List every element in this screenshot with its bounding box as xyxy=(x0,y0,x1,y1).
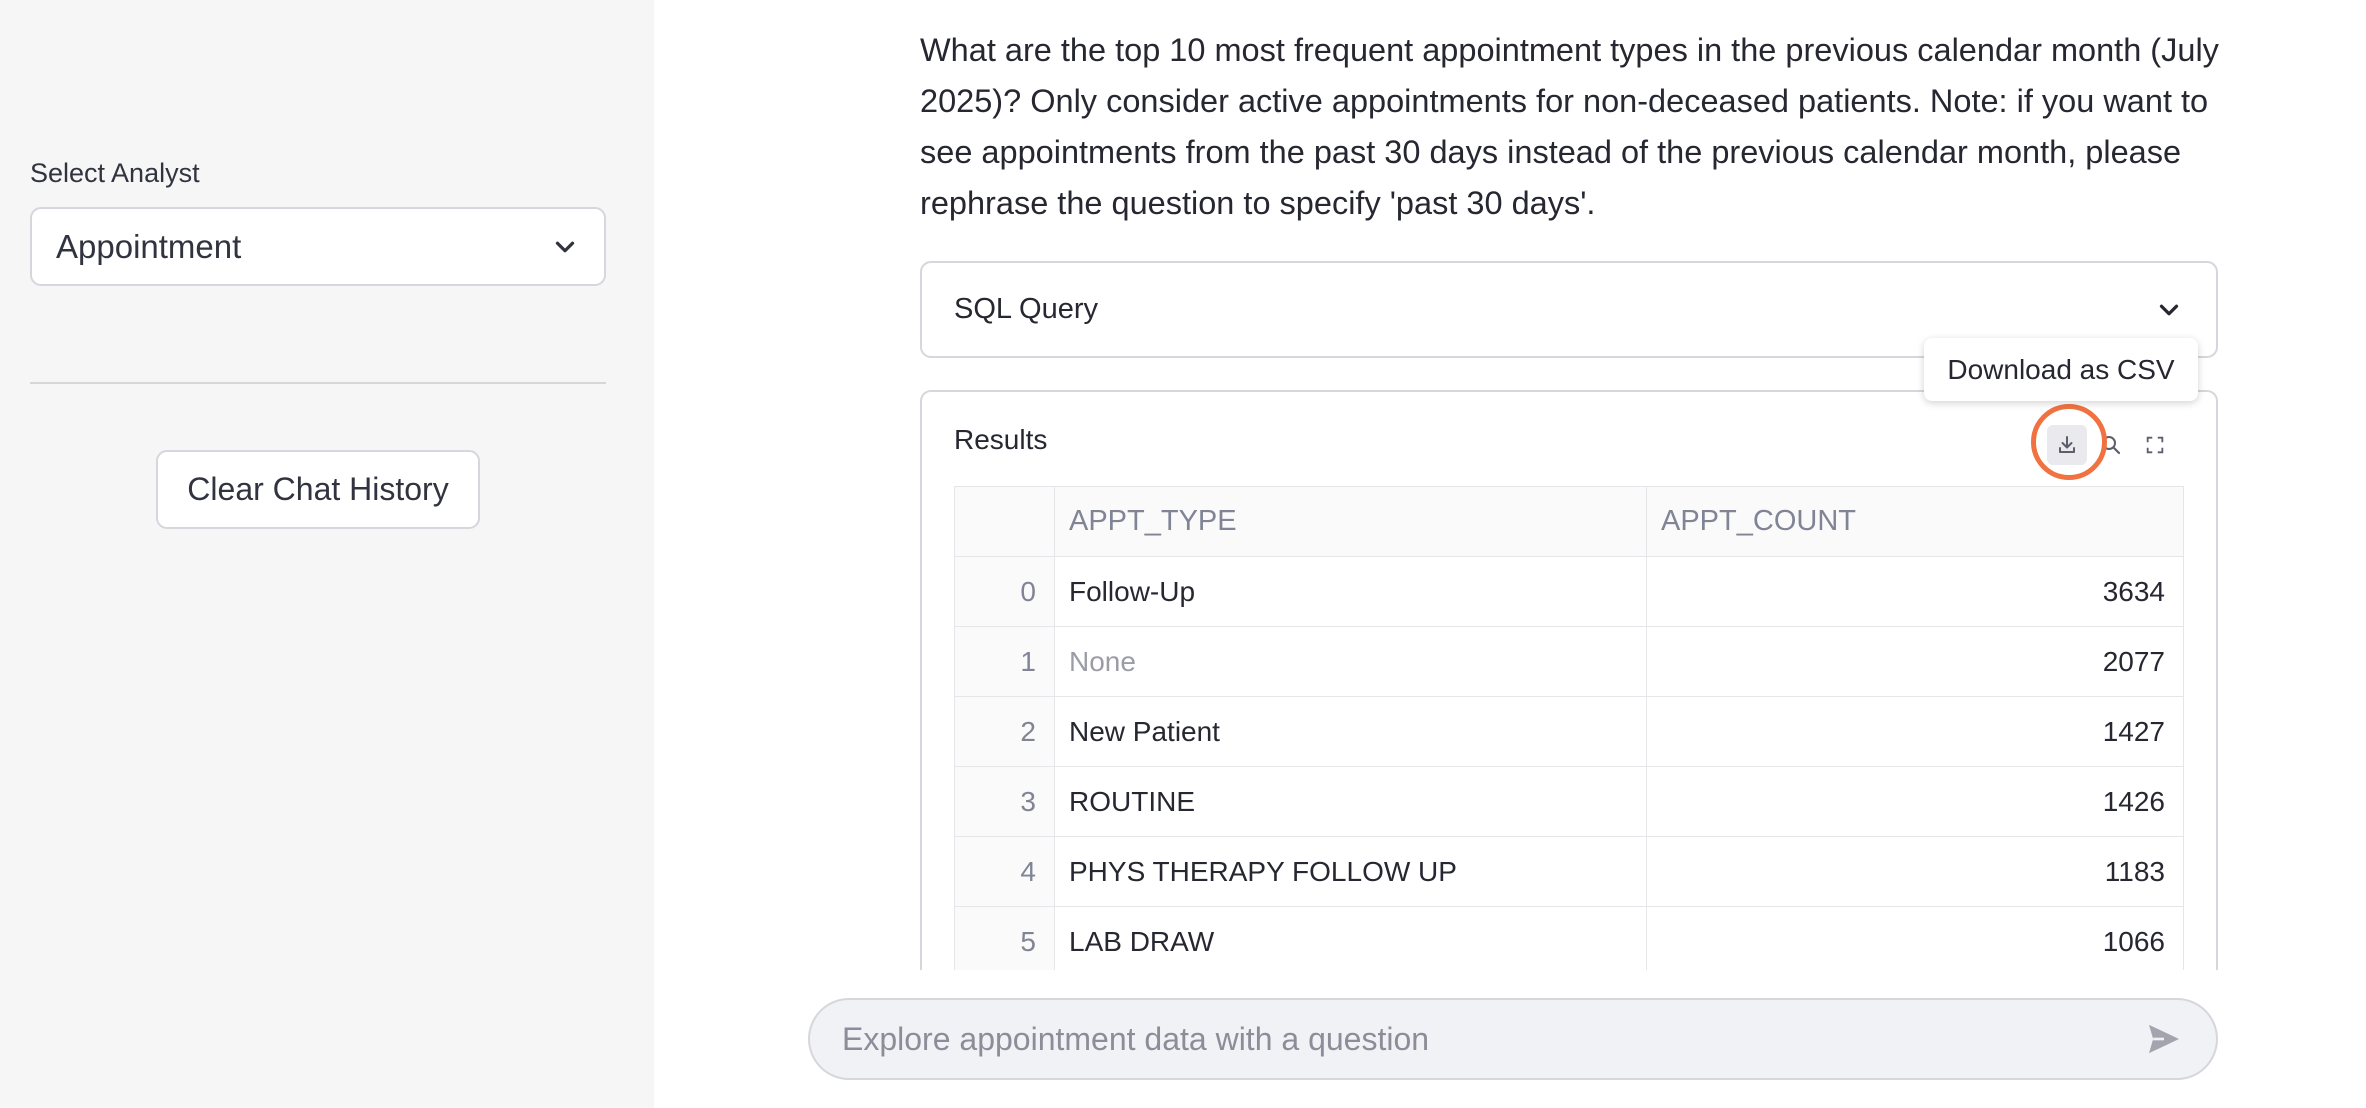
appt-count-cell[interactable]: 1426 xyxy=(1646,766,2184,837)
chat-input-bar xyxy=(808,998,2218,1080)
download-icon xyxy=(2059,436,2075,453)
sql-query-label: SQL Query xyxy=(954,293,1098,325)
select-analyst-label: Select Analyst xyxy=(30,158,200,188)
appt-count-cell[interactable]: 2077 xyxy=(1646,626,2184,697)
appt-type-cell[interactable]: None xyxy=(1054,626,1647,697)
row-index: 5 xyxy=(954,906,1055,970)
results-table: APPT_TYPE APPT_COUNT 0 Follow-Up 3634 1 … xyxy=(954,486,2184,970)
column-header-appt-type[interactable]: APPT_TYPE xyxy=(1054,486,1647,557)
row-index: 3 xyxy=(954,766,1055,837)
send-icon xyxy=(2149,1024,2179,1054)
download-csv-button[interactable] xyxy=(2047,425,2087,465)
send-button[interactable] xyxy=(2142,1017,2186,1061)
fullscreen-button[interactable] xyxy=(2135,425,2175,465)
appt-type-cell[interactable]: LAB DRAW xyxy=(1054,906,1647,970)
row-index: 1 xyxy=(954,626,1055,697)
table-row: 1 None 2077 xyxy=(954,626,2184,697)
index-header xyxy=(954,486,1055,557)
table-row: 0 Follow-Up 3634 xyxy=(954,556,2184,627)
appt-type-cell[interactable]: ROUTINE xyxy=(1054,766,1647,837)
results-label: Results xyxy=(954,424,1048,455)
table-row: 5 LAB DRAW 1066 xyxy=(954,906,2184,970)
download-csv-tooltip: Download as CSV xyxy=(1924,338,2198,401)
chevron-down-icon xyxy=(2159,304,2179,315)
table-header-row: APPT_TYPE APPT_COUNT xyxy=(954,486,2184,557)
chevron-down-icon xyxy=(555,241,575,252)
row-index: 0 xyxy=(954,556,1055,627)
table-row: 2 New Patient 1427 xyxy=(954,696,2184,767)
appt-count-cell[interactable]: 1066 xyxy=(1646,906,2184,970)
table-row: 4 PHYS THERAPY FOLLOW UP 1183 xyxy=(954,836,2184,907)
appt-type-cell[interactable]: Follow-Up xyxy=(1054,556,1647,627)
column-header-appt-count[interactable]: APPT_COUNT xyxy=(1646,486,2184,557)
search-button[interactable] xyxy=(2091,425,2131,465)
analyst-select-value: Appointment xyxy=(56,227,242,265)
analyst-select[interactable]: Appointment xyxy=(30,207,606,286)
appt-count-cell[interactable]: 1427 xyxy=(1646,696,2184,767)
sidebar: Select Analyst Appointment Clear Chat Hi… xyxy=(0,0,654,1108)
appt-count-cell[interactable]: 1183 xyxy=(1646,836,2184,907)
fullscreen-icon xyxy=(2146,436,2164,454)
clear-chat-history-button[interactable]: Clear Chat History xyxy=(156,450,480,529)
chat-input[interactable] xyxy=(842,1020,2142,1058)
search-icon xyxy=(2102,436,2121,455)
appt-type-cell[interactable]: PHYS THERAPY FOLLOW UP xyxy=(1054,836,1647,907)
appt-type-cell[interactable]: New Patient xyxy=(1054,696,1647,767)
table-row: 3 ROUTINE 1426 xyxy=(954,766,2184,837)
sidebar-divider xyxy=(30,382,606,384)
row-index: 2 xyxy=(954,696,1055,767)
results-panel: Results APPT_TYPE APPT_COUNT 0 Follow-Up… xyxy=(920,390,2218,970)
dataframe-toolbar xyxy=(2037,415,2197,475)
user-question: What are the top 10 most frequent appoin… xyxy=(920,32,2219,221)
appt-count-cell[interactable]: 3634 xyxy=(1646,556,2184,627)
row-index: 4 xyxy=(954,836,1055,907)
